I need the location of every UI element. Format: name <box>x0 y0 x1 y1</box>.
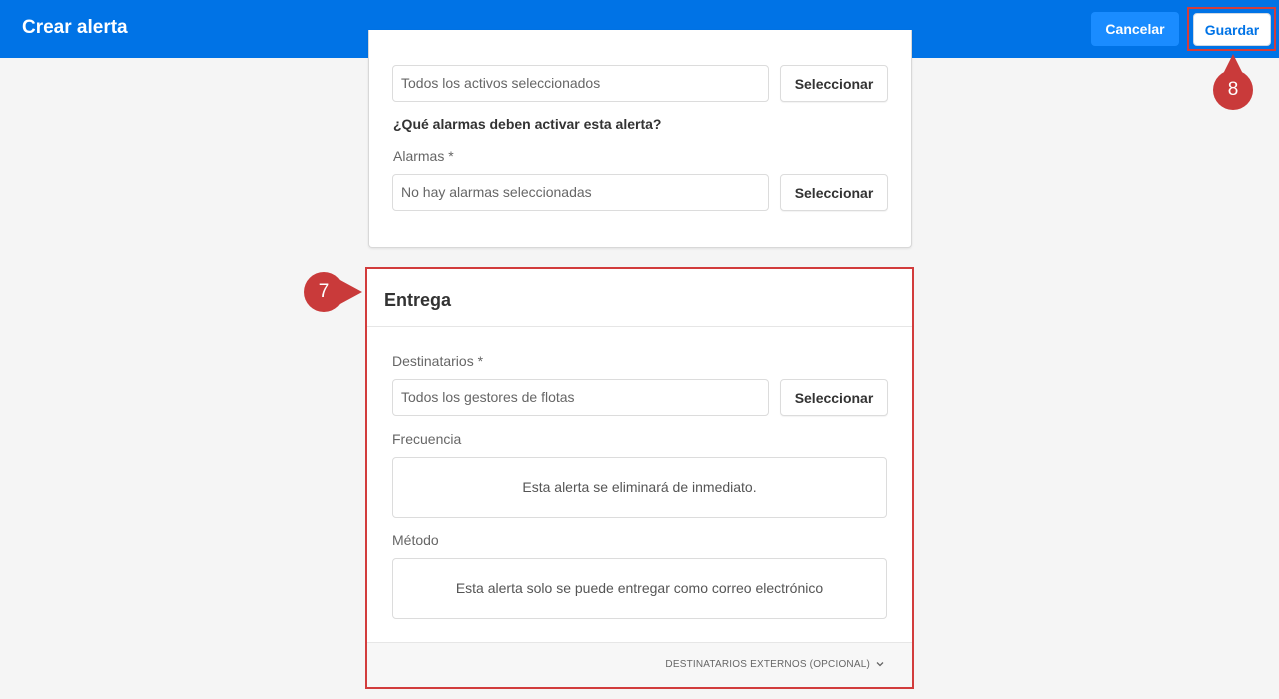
recipients-label: Destinatarios * <box>392 353 484 369</box>
assets-field[interactable]: Todos los activos seleccionados <box>392 65 769 102</box>
external-recipients-toggle[interactable]: DESTINATARIOS EXTERNOS (OPCIONAL) <box>665 659 884 670</box>
delivery-title: Entrega <box>384 290 452 310</box>
chevron-down-icon <box>876 659 884 670</box>
recipients-field[interactable]: Todos los gestores de flotas <box>392 379 769 416</box>
delivery-card: Entrega Destinatarios * Todos los gestor… <box>365 267 914 689</box>
callout-8: 8 <box>1213 70 1253 110</box>
frequency-box: Esta alerta se eliminará de inmediato. <box>392 457 887 518</box>
save-button[interactable]: Guardar <box>1193 13 1271 46</box>
recipients-select-button[interactable]: Seleccionar <box>780 379 888 416</box>
assets-select-button[interactable]: Seleccionar <box>780 65 888 102</box>
cancel-button[interactable]: Cancelar <box>1091 12 1179 46</box>
delivery-header: Entrega <box>367 269 912 327</box>
frequency-label: Frecuencia <box>392 431 462 447</box>
alarms-field[interactable]: No hay alarmas seleccionadas <box>392 174 769 211</box>
method-label: Método <box>392 532 439 548</box>
callout-7: 7 <box>304 272 344 312</box>
page-title: Crear alerta <box>22 17 128 38</box>
delivery-footer: DESTINATARIOS EXTERNOS (OPCIONAL) <box>367 642 912 687</box>
save-highlight: Guardar <box>1187 7 1276 51</box>
method-box: Esta alerta solo se puede entregar como … <box>392 558 887 619</box>
alarms-label: Alarmas * <box>393 148 454 164</box>
alarms-select-button[interactable]: Seleccionar <box>780 174 888 211</box>
alarms-question: ¿Qué alarmas deben activar esta alerta? <box>393 116 662 132</box>
trigger-card: Todos los activos seleccionados Seleccio… <box>368 30 912 248</box>
external-recipients-label: DESTINATARIOS EXTERNOS (OPCIONAL) <box>665 659 871 670</box>
